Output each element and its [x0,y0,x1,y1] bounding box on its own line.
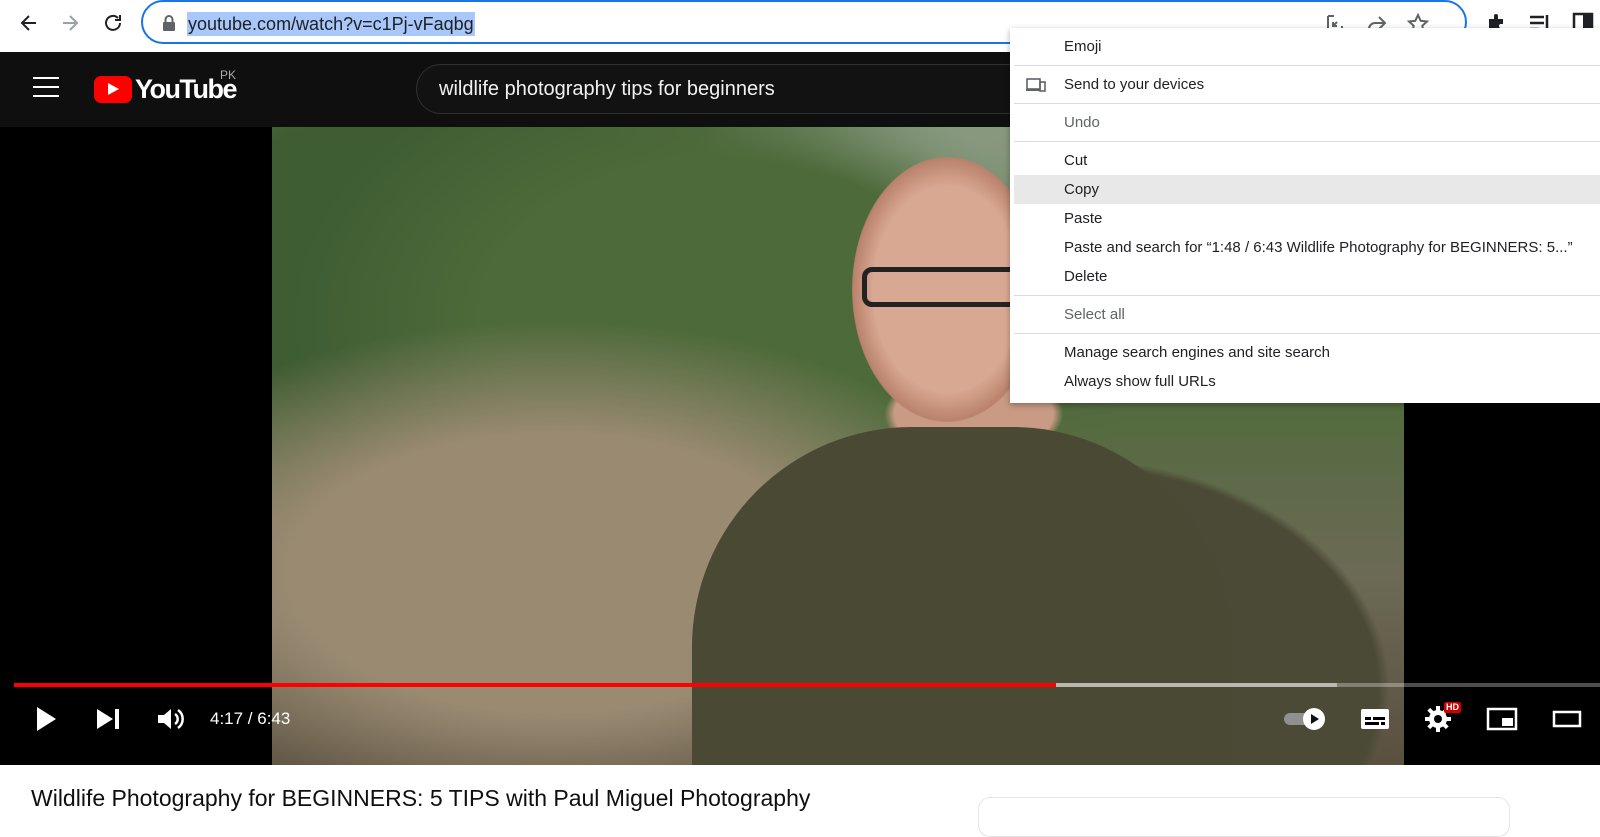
menu-item-paste-and-search[interactable]: Paste and search for “1:48 / 6:43 Wildli… [1014,233,1600,262]
menu-item-select-all[interactable]: Select all [1014,300,1600,329]
youtube-play-icon [94,75,132,103]
volume-button[interactable] [152,701,188,737]
country-code: PK [220,68,237,82]
arrow-left-icon [20,15,36,31]
lock-icon[interactable] [161,14,177,32]
progress-bar[interactable] [14,683,1600,687]
menu-item-delete[interactable]: Delete [1014,262,1600,291]
skip-next-icon [97,709,119,729]
menu-item-send-to-devices-label: Send to your devices [1064,76,1205,93]
url-text[interactable]: youtube.com/watch?v=c1Pj-vFaqbg [187,12,475,36]
video-subject-body [692,427,1232,765]
menu-item-undo[interactable]: Undo [1014,108,1600,137]
back-button[interactable] [12,6,46,40]
menu-item-always-show-full-urls[interactable]: Always show full URLs [1014,367,1600,396]
menu-separator [1014,141,1600,142]
reload-icon [105,14,121,31]
play-button[interactable] [28,701,64,737]
autoplay-toggle-icon [1284,708,1325,730]
forward-button[interactable] [53,6,87,40]
youtube-logo[interactable]: YouTube [94,74,237,104]
arrow-right-icon [63,15,79,31]
context-menu: Emoji Send to your devices Undo Cut Copy… [1010,28,1600,403]
devices-icon [1026,78,1046,92]
menu-separator [1014,295,1600,296]
search-query-text[interactable]: wildlife photography tips for beginners [439,78,775,101]
menu-item-emoji[interactable]: Emoji [1014,32,1600,61]
subtitles-button[interactable] [1357,701,1393,737]
reload-button[interactable] [96,6,130,40]
menu-icon[interactable] [33,77,59,99]
play-icon [37,707,56,731]
search-input[interactable]: wildlife photography tips for beginners [416,64,1016,114]
side-panel-card [978,797,1510,837]
time-display: 4:17 / 6:43 [210,709,291,728]
menu-separator [1014,103,1600,104]
miniplayer-icon [1486,707,1518,731]
menu-item-cut[interactable]: Cut [1014,146,1600,175]
volume-icon [158,708,184,730]
theater-mode-icon [1552,710,1582,728]
theater-mode-button[interactable] [1547,701,1587,737]
autoplay-toggle[interactable] [1282,701,1330,737]
subtitles-icon [1361,709,1389,729]
miniplayer-button[interactable] [1484,701,1520,737]
menu-item-paste[interactable]: Paste [1014,204,1600,233]
hd-badge: HD [1444,702,1461,713]
menu-item-copy[interactable]: Copy [1014,175,1600,204]
progress-played [14,683,1056,687]
menu-item-send-to-devices[interactable]: Send to your devices [1014,70,1600,99]
next-button[interactable] [90,701,126,737]
menu-separator [1014,333,1600,334]
video-title: Wildlife Photography for BEGINNERS: 5 TI… [31,785,811,811]
menu-separator [1014,65,1600,66]
menu-item-manage-search-engines[interactable]: Manage search engines and site search [1014,338,1600,367]
